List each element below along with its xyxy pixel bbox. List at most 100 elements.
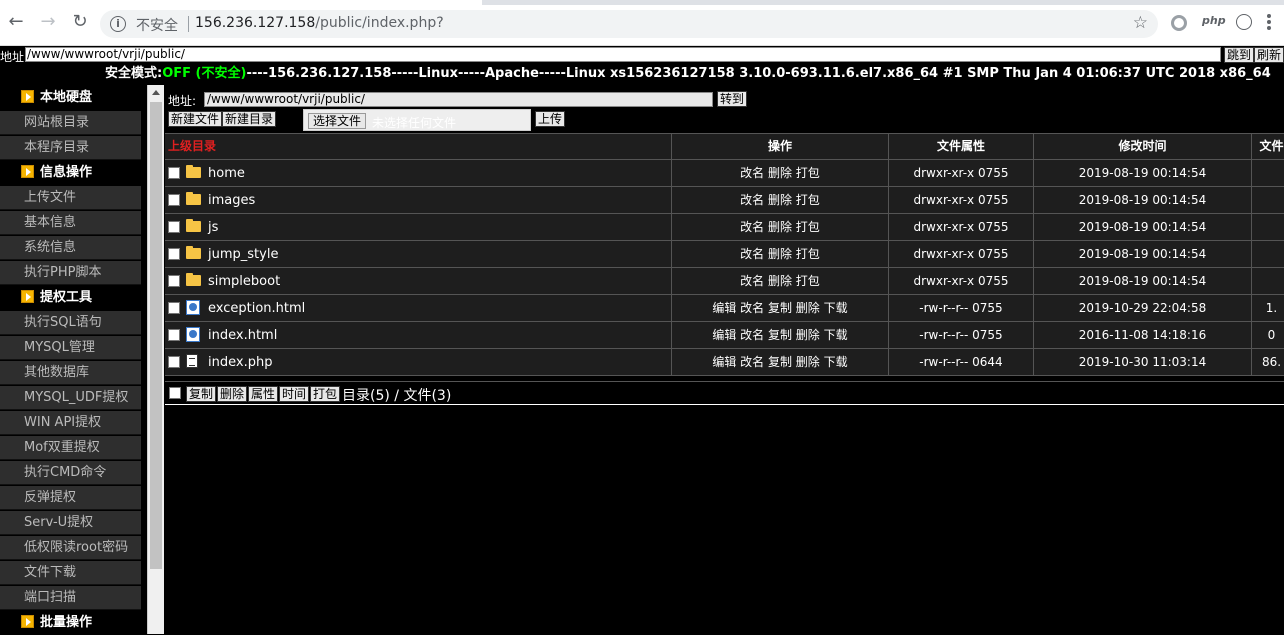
sidebar-section-local-disk[interactable]: 本地硬盘 [0,85,141,110]
file-name-link[interactable]: index.php [208,350,272,375]
folder-icon [186,165,201,178]
url-text[interactable]: 156.236.127.158/public/index.php? [195,15,444,31]
bookmark-star-icon[interactable]: ☆ [1133,13,1148,33]
scrollbar-thumb[interactable] [150,102,162,569]
php-extension-icon[interactable]: php [1202,14,1226,27]
sidebar-item-system-info[interactable]: 系统信息 [0,236,141,260]
ops-cell[interactable]: 改名 删除 打包 [672,214,889,240]
sidebar-item-exec-cmd[interactable]: 执行CMD命令 [0,461,141,485]
row-checkbox[interactable] [168,167,180,179]
new-file-button[interactable]: 新建文件 [168,111,223,127]
sidebar-item-basic-info[interactable]: 基本信息 [0,211,141,235]
file-name-link[interactable]: exception.html [208,296,305,321]
ops-cell[interactable]: 改名 删除 打包 [672,187,889,213]
sidebar-item-mysql-admin[interactable]: MYSQL管理 [0,336,141,360]
forward-arrow-icon[interactable]: → [36,10,60,34]
attr-cell[interactable]: drwxr-xr-x 0755 [889,241,1034,267]
copy-button[interactable]: 复制 [186,386,217,402]
sidebar-scrollbar[interactable] [147,85,164,634]
path-input[interactable]: /www/wwwroot/vrji/public/ [204,92,713,107]
attr-cell[interactable]: drwxr-xr-x 0755 [889,187,1034,213]
attributes-button[interactable]: 属性 [248,386,279,402]
choose-file-button[interactable]: 选择文件 [308,113,367,129]
select-all-checkbox[interactable] [169,387,181,399]
attr-cell[interactable]: drwxr-xr-x 0755 [889,214,1034,240]
sidebar-item-other-db[interactable]: 其他数据库 [0,361,141,385]
sidebar-item-file-download[interactable]: 文件下载 [0,561,141,585]
sidebar-item-read-root-pass[interactable]: 低权限读root密码 [0,536,141,560]
delete-button[interactable]: 删除 [217,386,248,402]
sidebar-item-mof[interactable]: Mof双重提权 [0,436,141,460]
address-input[interactable]: /www/wwwroot/vrji/public/ [25,47,1221,62]
ops-cell[interactable]: 改名 删除 打包 [672,160,889,186]
parent-dir-link[interactable]: 上级目录 [165,134,672,159]
back-arrow-icon[interactable]: ← [4,10,28,34]
time-cell[interactable]: 2019-08-19 00:14:54 [1034,241,1252,267]
sidebar-section-batch-ops[interactable]: 批量操作 [0,610,141,635]
address-label: 地址: [0,50,29,64]
omnibox[interactable]: i 不安全 156.236.127.158/public/index.php? … [100,10,1158,38]
sidebar-item-exec-php[interactable]: 执行PHP脚本 [0,261,141,285]
file-name-link[interactable]: index.html [208,323,277,348]
time-cell[interactable]: 2019-10-30 11:03:14 [1034,349,1252,375]
time-cell[interactable]: 2019-10-29 22:04:58 [1034,295,1252,321]
safe-mode-value: OFF (不安全) [162,66,247,81]
sidebar-item-mysql-udf[interactable]: MYSQL_UDF提权 [0,386,141,410]
row-checkbox[interactable] [168,275,180,287]
browser-menu-icon[interactable] [1267,14,1271,32]
security-label[interactable]: 不安全 [136,15,178,35]
sidebar-section-privilege-tools[interactable]: 提权工具 [0,285,141,310]
file-name-link[interactable]: home [208,161,245,186]
row-checkbox[interactable] [168,221,180,233]
attr-cell[interactable]: drwxr-xr-x 0755 [889,160,1034,186]
file-name-link[interactable]: simpleboot [208,269,280,294]
time-cell[interactable]: 2019-08-19 00:14:54 [1034,187,1252,213]
row-checkbox[interactable] [168,302,180,314]
sidebar-item-reverse-shell[interactable]: 反弹提权 [0,486,141,510]
sidebar-item-serv-u[interactable]: Serv-U提权 [0,511,141,535]
time-cell[interactable]: 2016-11-08 14:18:16 [1034,322,1252,348]
row-checkbox[interactable] [168,194,180,206]
sidebar-item-program-dir[interactable]: 本程序目录 [0,136,141,160]
sidebar-item-upload-file[interactable]: 上传文件 [0,186,141,210]
file-name-link[interactable]: images [208,188,255,213]
path-go-button[interactable]: 转到 [717,91,748,107]
ops-cell[interactable]: 改名 删除 打包 [672,268,889,294]
file-input[interactable]: 选择文件 未选择任何文件 [303,109,531,131]
ops-cell[interactable]: 编辑 改名 复制 删除 下载 [672,349,889,375]
sidebar-section-title: 本地硬盘 [40,90,93,105]
row-checkbox[interactable] [168,248,180,260]
scroll-up-icon[interactable] [148,85,164,101]
row-checkbox[interactable] [168,329,180,341]
active-tab[interactable] [0,0,482,5]
ops-cell[interactable]: 编辑 改名 复制 删除 下载 [672,322,889,348]
sidebar-item-port-scan[interactable]: 端口扫描 [0,586,141,610]
ops-cell[interactable]: 编辑 改名 复制 删除 下载 [672,295,889,321]
new-dir-button[interactable]: 新建目录 [222,111,277,127]
extension-logo-icon[interactable] [1236,14,1252,30]
row-checkbox[interactable] [168,356,180,368]
attr-cell[interactable]: drwxr-xr-x 0755 [889,268,1034,294]
time-cell[interactable]: 2019-08-19 00:14:54 [1034,214,1252,240]
sidebar-item-exec-sql[interactable]: 执行SQL语句 [0,311,141,335]
upload-button[interactable]: 上传 [535,111,566,127]
time-button[interactable]: 时间 [279,386,310,402]
attr-cell[interactable]: -rw-r--r-- 0644 [889,349,1034,375]
time-cell[interactable]: 2019-08-19 00:14:54 [1034,268,1252,294]
attr-cell[interactable]: -rw-r--r-- 0755 [889,322,1034,348]
attr-cell[interactable]: -rw-r--r-- 0755 [889,295,1034,321]
ops-cell[interactable]: 改名 删除 打包 [672,241,889,267]
arrow-icon [21,90,34,103]
refresh-button[interactable]: 刷新 [1254,47,1284,63]
time-cell[interactable]: 2019-08-19 00:14:54 [1034,160,1252,186]
sidebar-section-info-ops[interactable]: 信息操作 [0,160,141,185]
file-name-link[interactable]: js [208,215,218,240]
sidebar-item-win-api[interactable]: WIN API提权 [0,411,141,435]
goto-button[interactable]: 跳到 [1224,47,1255,63]
pack-button[interactable]: 打包 [310,386,341,402]
reload-icon[interactable]: ↻ [68,10,92,34]
extension-circle-icon[interactable] [1171,15,1187,31]
sidebar-item-web-root[interactable]: 网站根目录 [0,111,141,135]
file-name-link[interactable]: jump_style [208,242,278,267]
info-icon[interactable]: i [110,16,126,32]
